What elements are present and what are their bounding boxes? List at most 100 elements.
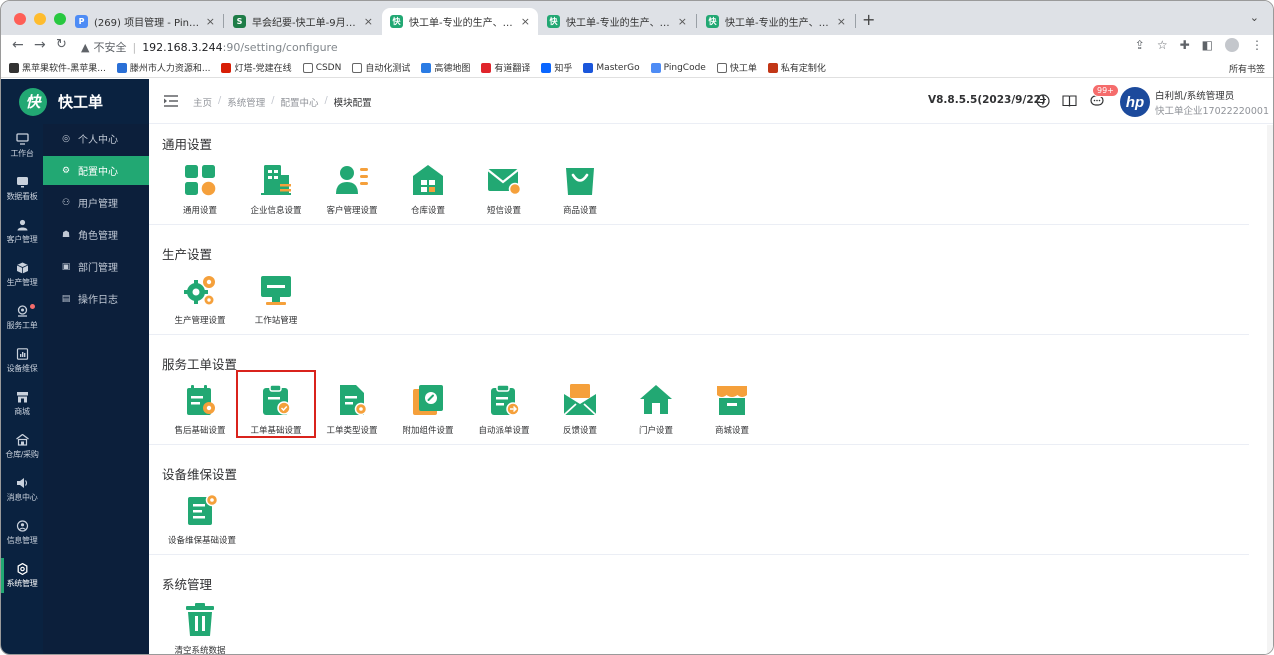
bookmark-item[interactable]: MasterGo — [583, 62, 640, 73]
content-scrollbar[interactable] — [1267, 125, 1273, 654]
config-card-goods[interactable]: 商品设置 — [542, 152, 618, 216]
section-device: 设备维保设置 设备维保基础设置 — [149, 454, 1249, 555]
browser-tab[interactable]: 快 快工单-专业的生产、售后、维修 × — [539, 8, 695, 35]
config-card-order-type[interactable]: 工单类型设置 — [314, 372, 390, 436]
rail-item-system[interactable]: 系统管理 — [1, 554, 43, 597]
gear-icon — [15, 562, 29, 575]
bookmark-item[interactable]: 知乎 — [541, 61, 572, 74]
rail-item-customers[interactable]: 客户管理 — [1, 210, 43, 253]
config-card-auto-dispatch[interactable]: 自动派单设置 — [466, 372, 542, 436]
app-root: 快 快工单 工作台 数据看板 客户管理 生产管理 服务工单 设备维保 商城 仓库… — [1, 79, 1273, 654]
share-icon[interactable]: ⇪ — [1135, 38, 1145, 52]
back-icon[interactable]: ← — [12, 37, 24, 53]
profile-avatar[interactable] — [1225, 38, 1239, 52]
rail-item-shop[interactable]: 商城 — [1, 382, 43, 425]
bookmark-star-icon[interactable]: ☆ — [1157, 38, 1168, 52]
users-icon: ⚇ — [61, 197, 71, 208]
address-bar[interactable]: ▲ 不安全 | 192.168.3.244:90/setting/configu… — [81, 39, 338, 55]
config-card-clear-data[interactable]: 清空系统数据 — [162, 592, 238, 654]
config-card-portal[interactable]: 门户设置 — [618, 372, 694, 436]
config-card-feedback[interactable]: 反馈设置 — [542, 372, 618, 436]
bookmark-item[interactable]: 黑苹果软件-黑苹果... — [9, 61, 106, 74]
config-card-general[interactable]: 通用设置 — [162, 152, 238, 216]
config-card-warehouse[interactable]: 仓库设置 — [390, 152, 466, 216]
close-tab-icon[interactable]: × — [678, 15, 687, 28]
url-path: :90/setting/configure — [222, 40, 338, 54]
avatar[interactable]: hp — [1118, 85, 1152, 119]
bookmark-item[interactable]: 有道翻译 — [481, 61, 530, 74]
site-icon — [116, 62, 127, 73]
browser-toolbar: ← → ↻ ▲ 不安全 | 192.168.3.244:90/setting/c… — [1, 35, 1273, 58]
zhihu-icon — [541, 62, 552, 73]
reload-icon[interactable]: ↻ — [56, 37, 67, 52]
browser-tab-active[interactable]: 快 快工单-专业的生产、售后、维修 × — [382, 8, 538, 35]
rail-item-info[interactable]: 信息管理 — [1, 511, 43, 554]
minimize-window-button[interactable] — [34, 13, 46, 25]
more-menu-icon[interactable]: ⋮ — [1251, 38, 1263, 52]
subnav-operation-log[interactable]: ▤ 操作日志 — [43, 284, 149, 313]
subnav-role-management[interactable]: ☗ 角色管理 — [43, 220, 149, 249]
side-panel-icon[interactable]: ◧ — [1202, 38, 1213, 52]
close-tab-icon[interactable]: × — [521, 15, 530, 28]
breadcrumb-system[interactable]: 系统管理 — [227, 95, 265, 109]
tab-search-icon[interactable]: ⌄ — [1250, 11, 1259, 24]
breadcrumb-home[interactable]: 主页 — [193, 95, 212, 109]
config-card-production[interactable]: 生产管理设置 — [162, 262, 238, 326]
config-card-mall[interactable]: 商城设置 — [694, 372, 770, 436]
config-card-order-basic[interactable]: 工单基础设置 — [236, 370, 316, 438]
breadcrumb-config[interactable]: 配置中心 — [280, 95, 318, 109]
menu-fold-icon[interactable] — [164, 95, 178, 107]
chat-icon[interactable] — [1036, 94, 1050, 108]
close-tab-icon[interactable]: × — [364, 15, 373, 28]
bookmark-item[interactable]: 高德地图 — [421, 61, 470, 74]
brand: 快 快工单 — [1, 79, 149, 124]
browser-tab[interactable]: S 早会纪要-快工单-9月第四周 × — [225, 8, 381, 35]
rail-item-device[interactable]: 设备维保 — [1, 339, 43, 382]
all-bookmarks[interactable]: 所有书签 — [1229, 62, 1265, 75]
folder-icon — [352, 62, 363, 73]
rail-item-messages[interactable]: 消息中心 — [1, 468, 43, 511]
bookmark-item[interactable]: PingCode — [650, 62, 706, 73]
rail-item-workbench[interactable]: 工作台 — [1, 124, 43, 167]
trash-icon — [186, 603, 214, 636]
config-card-device-basic[interactable]: 设备维保基础设置 — [162, 482, 242, 546]
close-tab-icon[interactable]: × — [206, 15, 215, 28]
config-card-addon[interactable]: 附加组件设置 — [390, 372, 466, 436]
extensions-icon[interactable]: ✚ — [1180, 38, 1190, 52]
bookmark-item[interactable]: 快工单 — [716, 61, 757, 74]
site-icon — [221, 62, 232, 73]
subnav-user-management[interactable]: ⚇ 用户管理 — [43, 188, 149, 217]
rail-item-service-orders[interactable]: 服务工单 — [1, 296, 43, 339]
close-window-button[interactable] — [14, 13, 26, 25]
forward-icon[interactable]: → — [34, 37, 46, 53]
service-icon — [15, 304, 29, 317]
device-icon — [15, 347, 29, 360]
bookmark-item[interactable]: CSDN — [302, 62, 341, 73]
kuaigongdan-favicon: 快 — [547, 15, 560, 28]
book-icon[interactable] — [1062, 94, 1077, 108]
config-card-company-info[interactable]: 企业信息设置 — [238, 152, 314, 216]
config-card-customer[interactable]: 客户管理设置 — [314, 152, 390, 216]
config-card-workstation[interactable]: 工作站管理 — [238, 262, 314, 326]
zoom-window-button[interactable] — [54, 13, 66, 25]
config-card-aftersales[interactable]: 售后基础设置 — [162, 372, 238, 436]
close-tab-icon[interactable]: × — [837, 15, 846, 28]
subnav-config-center[interactable]: ⚙ 配置中心 — [43, 156, 149, 185]
rail-item-dashboard[interactable]: 数据看板 — [1, 167, 43, 210]
subnav-personal-center[interactable]: ◎ 个人中心 — [43, 124, 149, 153]
subnav-dept-management[interactable]: ▣ 部门管理 — [43, 252, 149, 281]
rail-item-warehouse[interactable]: 仓库/采购 — [1, 425, 43, 468]
bookmark-item[interactable]: 自动化测试 — [352, 61, 410, 74]
browser-tab[interactable]: 快 快工单-专业的生产、售后、维修 × — [698, 8, 854, 35]
rail-item-production[interactable]: 生产管理 — [1, 253, 43, 296]
dept-icon: ▣ — [61, 261, 71, 272]
insecure-label: 不安全 — [93, 41, 127, 54]
clipboard-arrow-icon — [491, 384, 520, 416]
new-tab-button[interactable]: + — [862, 10, 875, 29]
user-name[interactable]: 白利凯/系统管理员 — [1155, 88, 1234, 102]
browser-tab[interactable]: P (269) 项目管理 - PingCode × — [67, 8, 223, 35]
bookmark-item[interactable]: 灯塔-党建在线 — [221, 61, 292, 74]
bookmark-item[interactable]: 私有定制化 — [767, 61, 826, 74]
config-card-sms[interactable]: 短信设置 — [466, 152, 542, 216]
bookmark-item[interactable]: 滕州市人力资源和... — [116, 61, 210, 74]
